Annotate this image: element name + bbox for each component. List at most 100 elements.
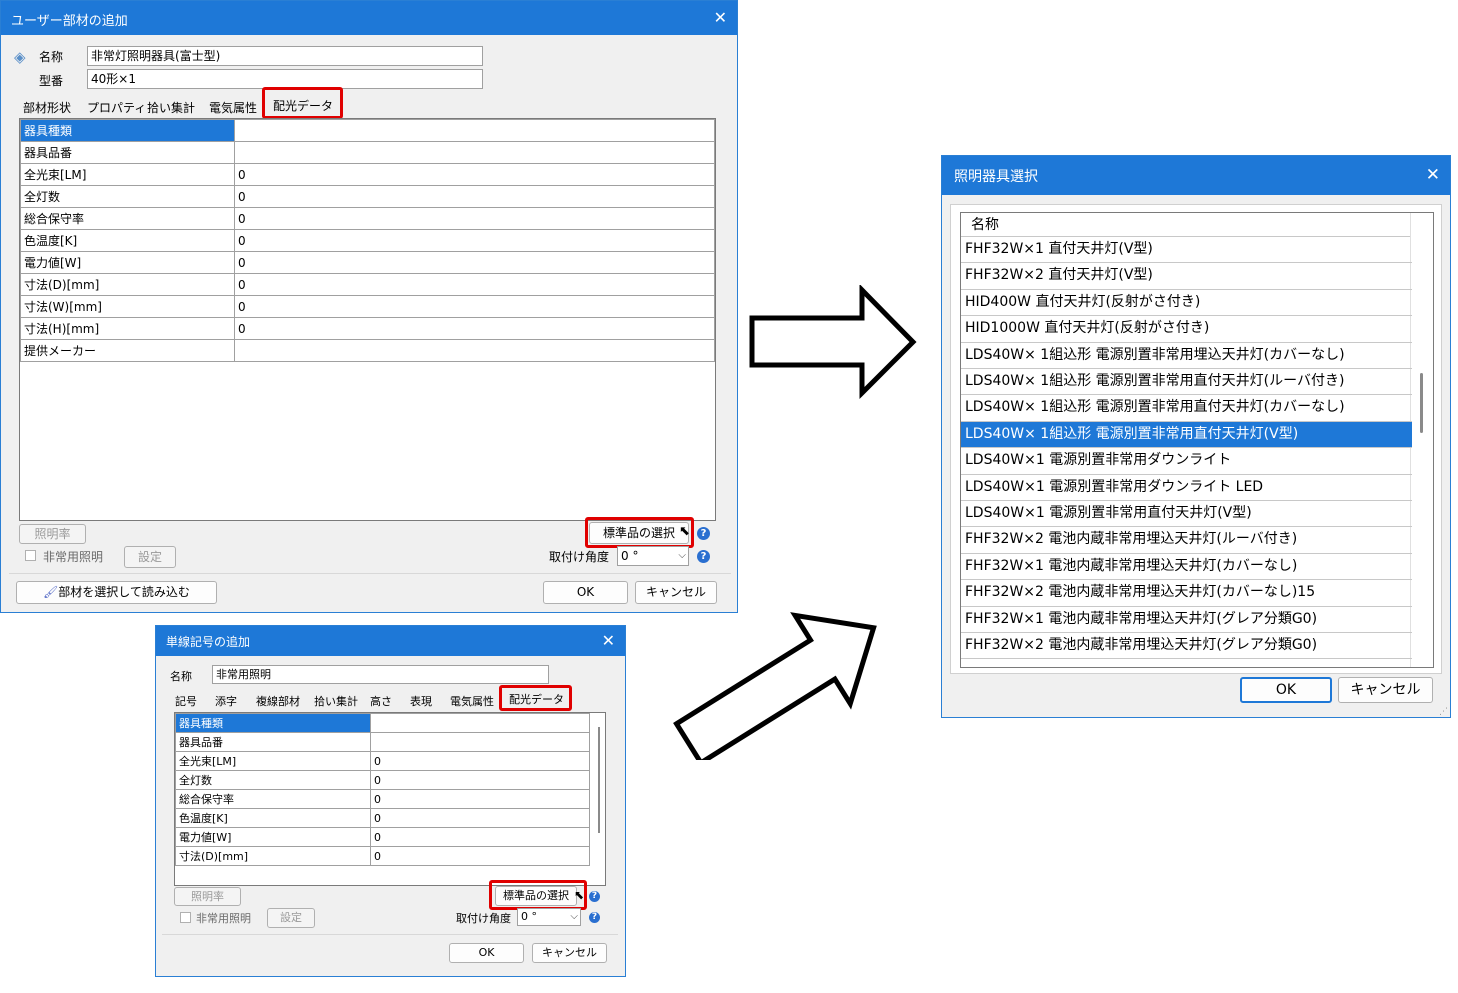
help-icon[interactable]: ?	[697, 527, 710, 540]
grid-row[interactable]: 全光束[LM] 0	[20, 163, 715, 186]
settings-button[interactable]: 設定	[124, 546, 176, 568]
grid-row[interactable]: 総合保守率 0	[20, 207, 715, 230]
list-item[interactable]: FHF32W×1 直付天井灯(V型)	[961, 237, 1412, 264]
list-item[interactable]: LDS40W× 1組込形 電源別置非常用直付天井灯(ルーバ付き)	[961, 369, 1412, 396]
grid-row[interactable]: 寸法(H)[mm] 0	[20, 317, 715, 340]
grid-value[interactable]: 0	[370, 751, 590, 771]
grid-value[interactable]	[234, 119, 715, 142]
resize-grip-icon[interactable]: ⋰	[1439, 707, 1448, 717]
ok-button[interactable]: OK	[449, 943, 524, 963]
grid-value[interactable]: 0	[234, 295, 715, 318]
grid-value[interactable]	[370, 732, 590, 752]
tab-part-shape[interactable]: 部材形状	[23, 99, 71, 116]
grid-key: 総合保守率	[175, 789, 371, 809]
grid-value[interactable]: 0	[234, 251, 715, 274]
grid-row[interactable]: 全灯数 0	[20, 185, 715, 208]
mount-angle-combo[interactable]: 0 ° ⌵	[517, 908, 581, 926]
grid-row[interactable]: 器具品番	[20, 141, 715, 164]
tab-properties[interactable]: プロパティ	[87, 99, 146, 116]
list-item[interactable]: LDS40W× 1組込形 電源別置非常用埋込天井灯(カバーなし)	[961, 343, 1412, 369]
emergency-checkbox[interactable]	[25, 550, 36, 561]
emergency-checkbox[interactable]	[180, 912, 191, 923]
fixture-list[interactable]: 名称 FHF32W×1 直付天井灯(V型) FHF32W×2 直付天井灯(V型) H…	[960, 212, 1434, 668]
grid-row[interactable]: 寸法(D)[mm] 0	[20, 273, 715, 296]
tab-representation[interactable]: 表現	[410, 693, 432, 709]
close-icon[interactable]: ✕	[714, 8, 727, 27]
tab-symbol[interactable]: 記号	[175, 693, 197, 709]
ok-button[interactable]: OK	[1240, 677, 1332, 703]
emergency-label: 非常用照明	[196, 912, 251, 925]
list-item[interactable]: FHF32W×1 電池内蔵非常用埋込天井灯(グレア分類G0)	[961, 607, 1412, 633]
grid-value[interactable]	[370, 713, 590, 733]
tab-multiline-part[interactable]: 複線部材	[256, 693, 300, 709]
grid-value[interactable]: 0	[234, 207, 715, 230]
grid-value[interactable]	[234, 339, 715, 362]
list-item[interactable]: FHF32W×2 直付天井灯(V型)	[961, 263, 1412, 290]
grid-value[interactable]: 0	[370, 808, 590, 828]
grid-row[interactable]: 器具種類	[20, 119, 715, 142]
grid-row[interactable]: 電力値[W] 0	[20, 251, 715, 274]
illuminance-button[interactable]: 照明率	[19, 524, 86, 544]
ok-button[interactable]: OK	[543, 581, 628, 604]
model-field[interactable]: 40形×1	[87, 69, 483, 89]
grid-value[interactable]: 0	[370, 770, 590, 790]
tab-height[interactable]: 高さ	[370, 693, 392, 709]
list-item[interactable]: HID400W 直付天井灯(反射がさ付き)	[961, 290, 1412, 317]
grid-row[interactable]: 器具品番	[175, 732, 590, 752]
grid-row[interactable]: 総合保守率 0	[175, 789, 590, 809]
close-icon[interactable]: ✕	[602, 631, 615, 650]
grid-row[interactable]: 寸法(D)[mm] 0	[175, 846, 590, 866]
grid-row[interactable]: 提供メーカー	[20, 339, 715, 362]
grid-row[interactable]: 器具種類	[175, 713, 590, 733]
list-item-partial[interactable]	[961, 659, 1412, 667]
list-item[interactable]: LDS40W× 1組込形 電源別置非常用直付天井灯(カバーなし)	[961, 395, 1412, 422]
name-field[interactable]: 非常用照明	[212, 665, 549, 684]
list-item[interactable]: FHF32W×2 電池内蔵非常用埋込天井灯(カバーなし)15	[961, 580, 1412, 607]
list-item[interactable]: FHF32W×2 電池内蔵非常用埋込天井灯(グレア分類G0)	[961, 633, 1412, 660]
grid-value[interactable]: 0	[234, 229, 715, 252]
help-icon[interactable]: ?	[697, 550, 710, 563]
tab-subscript[interactable]: 添字	[215, 693, 237, 709]
grid-row[interactable]: 電力値[W] 0	[175, 827, 590, 847]
settings-button[interactable]: 設定	[267, 908, 315, 928]
scrollbar[interactable]	[1410, 213, 1433, 667]
grid-value[interactable]: 0	[234, 273, 715, 296]
list-item[interactable]: LDS40W× 1組込形 電源別置非常用直付天井灯(V型)	[961, 421, 1412, 449]
list-item[interactable]: LDS40W×1 電源別置非常用ダウンライト LED	[961, 475, 1412, 501]
grid-row[interactable]: 寸法(W)[mm] 0	[20, 295, 715, 318]
list-item[interactable]: FHF32W×1 電池内蔵非常用埋込天井灯(カバーなし)	[961, 554, 1412, 581]
scrollbar-thumb[interactable]	[1420, 373, 1423, 433]
list-item[interactable]: FHF32W×2 電池内蔵非常用埋込天井灯(ルーバ付き)	[961, 527, 1412, 554]
grid-row[interactable]: 全灯数 0	[175, 770, 590, 790]
grid-value[interactable]: 0	[370, 846, 590, 866]
cancel-button[interactable]: キャンセル	[1338, 677, 1433, 703]
grid-key: 器具品番	[175, 732, 371, 752]
name-field[interactable]: 非常灯照明器具(富士型)	[87, 46, 483, 66]
grid-value[interactable]: 0	[370, 789, 590, 809]
grid-value[interactable]: 0	[234, 317, 715, 340]
grid-row[interactable]: 色温度[K] 0	[175, 808, 590, 828]
grid-row[interactable]: 色温度[K] 0	[20, 229, 715, 252]
scrollbar[interactable]	[598, 727, 600, 833]
load-part-button[interactable]: 🖌部材を選択して読み込む	[16, 581, 217, 604]
illuminance-button[interactable]: 照明率	[174, 887, 241, 906]
help-icon[interactable]: ?	[589, 891, 600, 902]
help-icon[interactable]: ?	[589, 912, 600, 923]
separator	[162, 934, 618, 935]
grid-value[interactable]: 0	[234, 163, 715, 186]
list-item[interactable]: LDS40W×1 電源別置非常用ダウンライト	[961, 448, 1412, 475]
list-item[interactable]: HID1000W 直付天井灯(反射がさ付き)	[961, 316, 1412, 343]
grid-row[interactable]: 全光束[LM] 0	[175, 751, 590, 771]
tab-electrical[interactable]: 電気属性	[450, 693, 494, 709]
tab-takeoff[interactable]: 拾い集計	[147, 99, 195, 116]
close-icon[interactable]: ✕	[1426, 165, 1440, 185]
grid-value[interactable]: 0	[370, 827, 590, 847]
mount-angle-combo[interactable]: 0 ° ⌵	[617, 546, 689, 566]
grid-value[interactable]	[234, 141, 715, 164]
tab-takeoff[interactable]: 拾い集計	[314, 693, 358, 709]
grid-value[interactable]: 0	[234, 185, 715, 208]
list-item[interactable]: LDS40W×1 電源別置非常用直付天井灯(V型)	[961, 501, 1412, 528]
tab-electrical[interactable]: 電気属性	[209, 99, 257, 116]
column-header-name[interactable]: 名称	[961, 213, 1412, 237]
cancel-button[interactable]: キャンセル	[532, 943, 607, 963]
